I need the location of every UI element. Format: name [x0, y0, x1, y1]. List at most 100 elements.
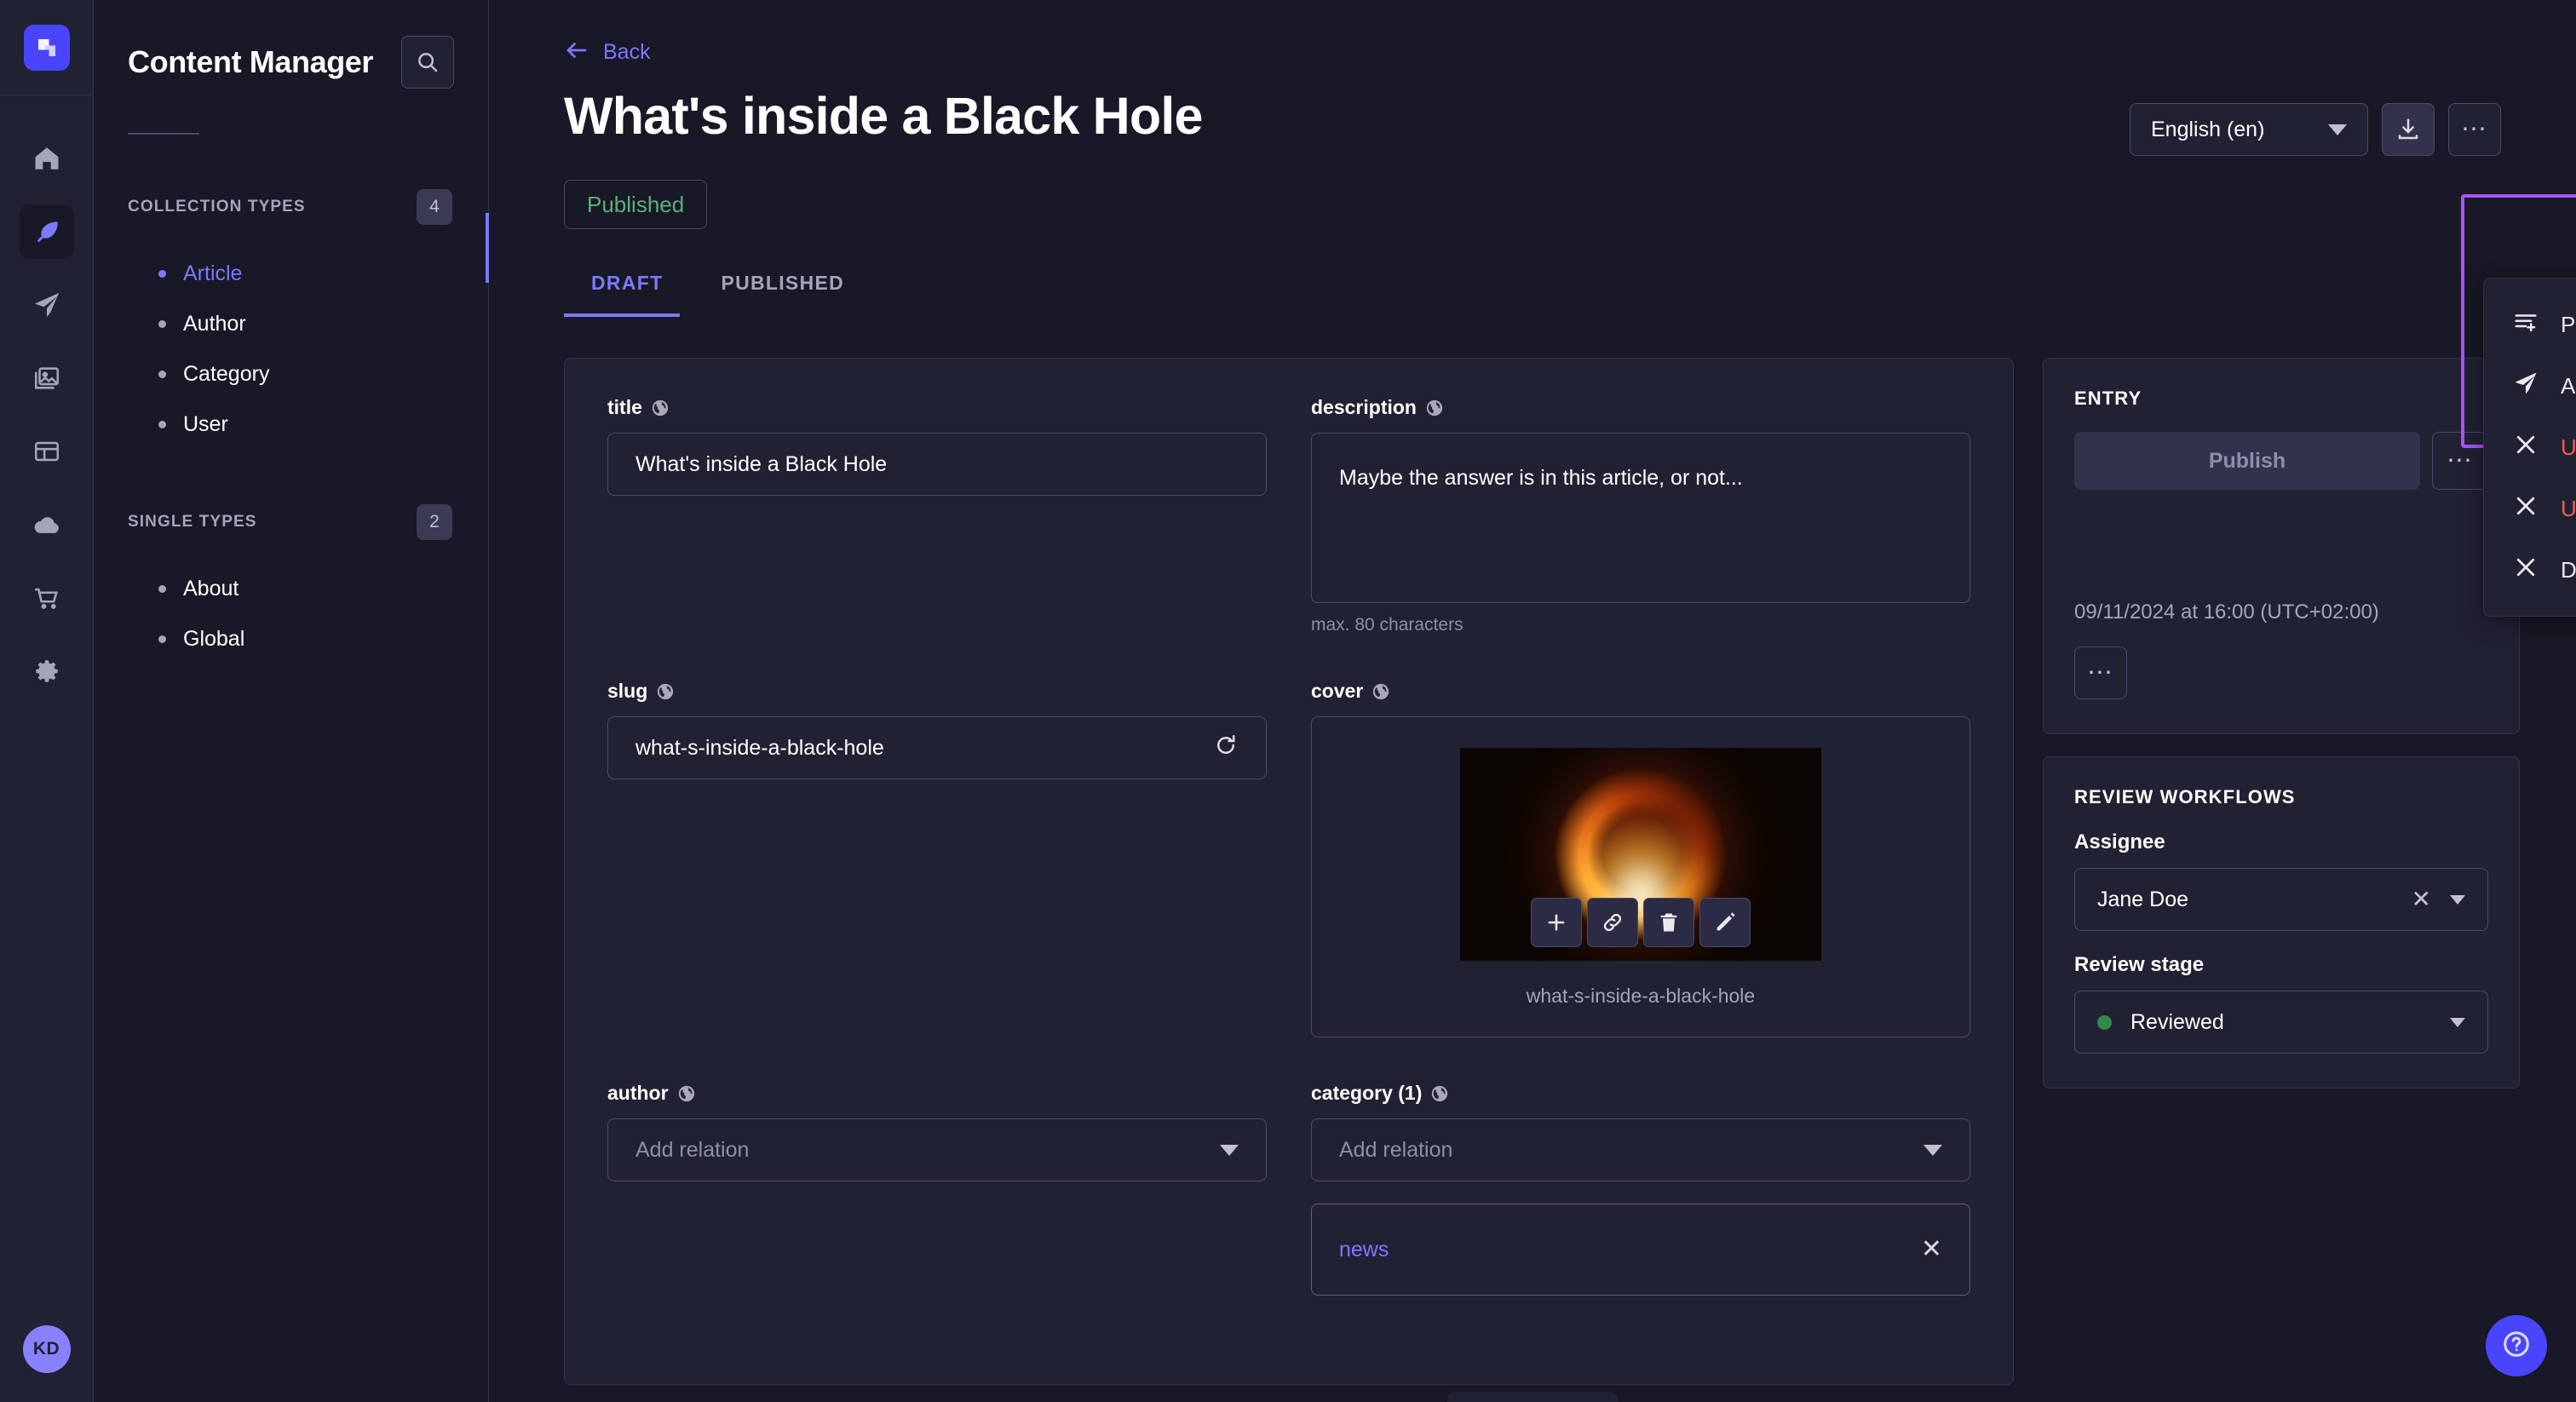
arrow-left-icon — [564, 37, 589, 67]
entry-actions-menu: Publish Multiple Locales Add to release … — [2483, 278, 2576, 617]
app-root: KD Content Manager COLLECTION TYPES 4 Ar… — [0, 0, 2576, 1402]
rail-icon-list — [20, 95, 74, 1325]
category-relation-item[interactable]: news ✕ — [1311, 1204, 1970, 1296]
paper-plane-releases-icon[interactable] — [20, 278, 74, 332]
description-textarea[interactable]: Maybe the answer is in this article, or … — [1311, 433, 1970, 603]
title-label-text: title — [607, 396, 642, 419]
category-relation-item-label: news — [1339, 1238, 1389, 1262]
globe-icon — [651, 399, 670, 417]
field-grid: title What's inside a Black Hole descrip… — [607, 396, 1970, 1340]
category-field-label: category (1) — [1311, 1082, 1970, 1105]
bottom-strip — [1447, 1392, 1618, 1402]
menu-item-unpublish-multiple-locales[interactable]: Unpublish Multiple Locales — [2484, 478, 2576, 539]
main-nav-rail: KD — [0, 0, 94, 1402]
sidebar-item-global[interactable]: Global — [128, 614, 454, 664]
status-badge: Published — [564, 180, 707, 229]
author-field: author Add relation — [607, 1082, 1267, 1340]
pencil-icon[interactable] — [1699, 898, 1751, 947]
help-button[interactable] — [2486, 1315, 2547, 1376]
sidebar-item-about[interactable]: About — [128, 564, 454, 614]
entry-more-button[interactable]: ⋯ — [2432, 432, 2488, 490]
nav-section-collection-types: COLLECTION TYPES 4 Article Author Catego… — [128, 189, 454, 450]
assignee-label: Assignee — [2074, 830, 2488, 854]
trash-icon[interactable] — [1643, 898, 1694, 947]
bullet-icon — [158, 371, 166, 378]
title-row: What's inside a Black Hole English (en) … — [538, 67, 2527, 156]
publish-button[interactable]: Publish — [2074, 432, 2420, 490]
locale-select-value: English (en) — [2151, 118, 2264, 142]
subnav-title: Content Manager — [128, 44, 373, 80]
menu-item-publish-multiple-locales[interactable]: Publish Multiple Locales — [2484, 294, 2576, 355]
review-stage-select[interactable]: Reviewed — [2074, 991, 2488, 1054]
content-manager-subnav: Content Manager COLLECTION TYPES 4 Artic… — [94, 0, 489, 1402]
chevron-down-icon — [1923, 1145, 1942, 1156]
side-panels: ENTRY Publish ⋯ 09/11/2024 at 16:00 (UTC… — [2043, 358, 2520, 1089]
slug-field-label: slug — [607, 680, 1267, 703]
tab-published[interactable]: PUBLISHED — [692, 272, 873, 317]
cover-field: cover — [1311, 680, 1970, 1082]
description-label-text: description — [1311, 396, 1417, 419]
feather-content-icon[interactable] — [20, 204, 74, 259]
header-more-button[interactable]: ⋯ — [2448, 103, 2501, 156]
settings-gear-icon[interactable] — [20, 644, 74, 698]
stage-color-dot — [2097, 1015, 2112, 1030]
review-stage-label: Review stage — [2074, 953, 2488, 977]
sidebar-item-label: About — [183, 577, 239, 601]
menu-item-label: Publish Multiple Locales — [2561, 312, 2576, 338]
cloud-icon[interactable] — [20, 497, 74, 552]
single-types-header: SINGLE TYPES 2 — [128, 504, 454, 540]
category-relation-select[interactable]: Add relation — [1311, 1118, 1970, 1181]
author-label-text: author — [607, 1082, 669, 1105]
search-icon[interactable] — [401, 36, 454, 89]
single-types-label: SINGLE TYPES — [128, 513, 257, 531]
entry-panel-title: ENTRY — [2074, 388, 2488, 410]
slug-input[interactable]: what-s-inside-a-black-hole — [607, 716, 1267, 779]
close-icon[interactable]: ✕ — [1921, 1237, 1942, 1262]
category-relation-placeholder: Add relation — [1339, 1138, 1913, 1163]
sidebar-item-author[interactable]: Author — [128, 299, 454, 349]
page-title: What's inside a Black Hole — [564, 88, 1203, 145]
menu-item-unpublish[interactable]: Unpublish — [2484, 417, 2576, 478]
cover-label-text: cover — [1311, 680, 1363, 703]
content-row: title What's inside a Black Hole descrip… — [538, 358, 2527, 1385]
title-input[interactable]: What's inside a Black Hole — [607, 433, 1267, 496]
sidebar-item-label: Global — [183, 627, 244, 652]
home-icon[interactable] — [20, 131, 74, 186]
assignee-value: Jane Doe — [2097, 888, 2393, 912]
close-icon[interactable]: ✕ — [2412, 888, 2431, 911]
tab-draft[interactable]: DRAFT — [564, 272, 692, 317]
menu-item-discard-changes[interactable]: Discard changes — [2484, 539, 2576, 600]
download-icon[interactable] — [2382, 103, 2435, 156]
rail-footer: KD — [23, 1325, 71, 1402]
menu-item-add-to-release[interactable]: Add to release — [2484, 355, 2576, 417]
strapi-logo-icon[interactable] — [24, 25, 70, 71]
cover-field-label: cover — [1311, 680, 1970, 703]
media-library-icon[interactable] — [20, 351, 74, 405]
locale-select[interactable]: English (en) — [2130, 103, 2368, 156]
bullet-icon — [158, 635, 166, 643]
content-type-builder-icon[interactable] — [20, 424, 74, 479]
list-plus-icon — [2513, 309, 2539, 341]
author-field-label: author — [607, 1082, 1267, 1105]
cover-actions — [1531, 898, 1751, 947]
collection-types-list: Article Author Category User — [128, 249, 454, 450]
back-link[interactable]: Back — [538, 0, 2527, 67]
single-types-list: About Global — [128, 564, 454, 664]
plus-icon[interactable] — [1531, 898, 1582, 947]
marketplace-cart-icon[interactable] — [20, 571, 74, 625]
assignee-select[interactable]: Jane Doe ✕ — [2074, 868, 2488, 931]
author-relation-select[interactable]: Add relation — [607, 1118, 1267, 1181]
review-workflows-panel: REVIEW WORKFLOWS Assignee Jane Doe ✕ Rev… — [2043, 756, 2520, 1089]
chevron-down-icon — [2450, 895, 2465, 905]
refresh-icon[interactable] — [1213, 733, 1239, 764]
cover-thumbnail[interactable] — [1460, 748, 1821, 961]
link-icon[interactable] — [1587, 898, 1638, 947]
sidebar-item-category[interactable]: Category — [128, 349, 454, 399]
author-relation-placeholder: Add relation — [635, 1138, 1210, 1163]
collection-types-header: COLLECTION TYPES 4 — [128, 189, 454, 225]
description-hint: max. 80 characters — [1311, 615, 1970, 635]
entry-row-more-button[interactable]: ⋯ — [2074, 646, 2127, 699]
avatar[interactable]: KD — [23, 1325, 71, 1373]
sidebar-item-user[interactable]: User — [128, 399, 454, 450]
sidebar-item-article[interactable]: Article — [128, 249, 454, 299]
